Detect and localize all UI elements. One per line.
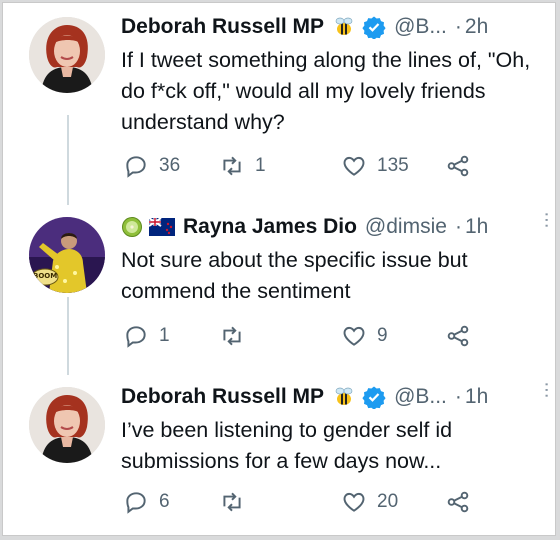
- author-handle[interactable]: @B...: [394, 15, 447, 39]
- reply-button[interactable]: 6: [123, 487, 170, 517]
- tweet-actions: 6 20: [121, 487, 521, 517]
- tweet-2[interactable]: BOOM Rayna James Dio @dimsie · 1h Not su…: [3, 211, 558, 371]
- avatar-badge: BOOM: [33, 272, 58, 280]
- tweet-time[interactable]: 1h: [465, 385, 488, 409]
- share-button[interactable]: [445, 151, 471, 181]
- tweet-header: Deborah Russell MP @B... · 2h: [121, 11, 551, 43]
- more-icon[interactable]: ···: [536, 211, 558, 228]
- bee-emoji-icon: [335, 17, 353, 35]
- share-icon: [447, 491, 469, 513]
- separator-dot: ·: [454, 215, 462, 238]
- tweet-header: Rayna James Dio @dimsie · 1h: [121, 211, 551, 243]
- avatar-image: [29, 17, 105, 93]
- kiwi-emoji-icon: [122, 217, 142, 237]
- author-handle[interactable]: @B...: [394, 385, 447, 409]
- like-button[interactable]: 9: [341, 321, 388, 351]
- tweet-time[interactable]: 2h: [465, 15, 488, 39]
- author-name[interactable]: Deborah Russell MP: [121, 15, 324, 39]
- reply-button[interactable]: 36: [123, 151, 180, 181]
- more-icon[interactable]: ···: [536, 381, 558, 398]
- share-button[interactable]: [445, 321, 471, 351]
- retweet-count: 1: [255, 155, 266, 176]
- tweet-actions: 36 1 135: [121, 151, 521, 181]
- like-button[interactable]: 20: [341, 487, 398, 517]
- retweet-icon: [223, 156, 241, 176]
- avatar-deborah[interactable]: [29, 17, 105, 93]
- tweet-header: Deborah Russell MP @B... · 1h: [121, 381, 551, 413]
- tweet-actions: 1 9: [121, 321, 521, 351]
- author-name[interactable]: Deborah Russell MP: [121, 385, 324, 409]
- like-icon: [343, 156, 365, 176]
- separator-dot: ·: [454, 15, 462, 38]
- share-button[interactable]: [445, 487, 471, 517]
- like-icon: [343, 326, 365, 346]
- nz-flag-icon: [149, 218, 175, 236]
- reply-count: 6: [159, 491, 170, 512]
- reply-count: 1: [159, 325, 170, 346]
- avatar-rayna[interactable]: BOOM: [29, 217, 105, 293]
- like-button[interactable]: 135: [341, 151, 409, 181]
- tweet-text: I’ve been listening to gender self id su…: [121, 418, 453, 473]
- retweet-button[interactable]: [219, 321, 255, 351]
- author-name[interactable]: Rayna James Dio: [183, 215, 357, 239]
- tweet-thread-frame: Deborah Russell MP @B... · 2h If I tweet…: [2, 2, 558, 536]
- reply-icon: [126, 492, 146, 514]
- like-count: 135: [377, 155, 409, 176]
- verified-icon: [362, 16, 386, 39]
- reply-icon: [126, 326, 146, 348]
- like-icon: [343, 492, 365, 512]
- verified-icon: [362, 386, 386, 409]
- reply-icon: [126, 156, 146, 178]
- retweet-button[interactable]: [219, 487, 255, 517]
- retweet-icon: [223, 326, 241, 346]
- reply-button[interactable]: 1: [123, 321, 170, 351]
- retweet-icon: [223, 492, 241, 512]
- author-handle[interactable]: @dimsie: [365, 215, 447, 239]
- tweet-time[interactable]: 1h: [465, 215, 488, 239]
- tweet-3[interactable]: Deborah Russell MP @B... · 1h ··· I’ve b…: [3, 381, 558, 531]
- tweet-text: Not sure about the specific issue but co…: [121, 248, 468, 303]
- share-icon: [447, 155, 469, 177]
- share-icon: [447, 325, 469, 347]
- avatar-image: [29, 387, 105, 463]
- bee-emoji-icon: [335, 387, 353, 405]
- tweet-1[interactable]: Deborah Russell MP @B... · 2h If I tweet…: [3, 11, 557, 191]
- retweet-button[interactable]: 1: [219, 151, 266, 181]
- separator-dot: ·: [454, 385, 462, 408]
- like-count: 9: [377, 325, 388, 346]
- like-count: 20: [377, 491, 399, 512]
- tweet-text: If I tweet something along the lines of,…: [121, 48, 531, 134]
- avatar-image: [29, 217, 105, 293]
- reply-count: 36: [159, 155, 181, 176]
- avatar-deborah[interactable]: [29, 387, 105, 463]
